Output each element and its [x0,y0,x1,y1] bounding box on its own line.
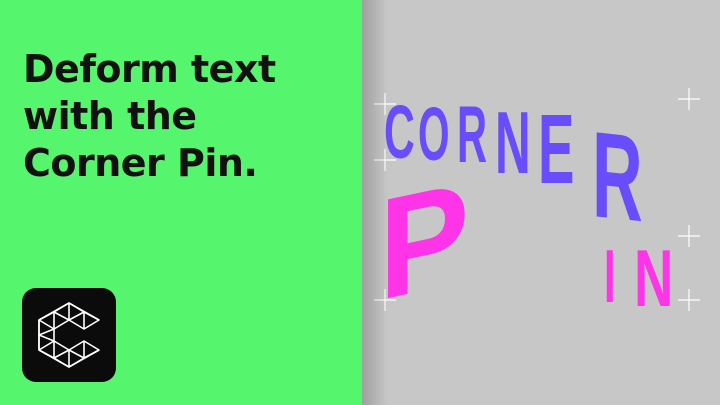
right-panel: C O R N E R P I N [362,0,720,405]
word-top-letter-c: C [384,90,415,174]
thumbnail-canvas: Deform text with the Corner Pin. C O R N… [0,0,720,405]
word-bottom-letter-i: I [604,234,616,318]
word-top-letter-n: N [495,94,531,193]
word-top-letter-r2: R [592,107,643,248]
word-top-letter-e: E [538,94,574,204]
headline: Deform text with the Corner Pin. [23,46,353,187]
word-bottom-letter-p: P [379,150,469,330]
headline-line-2: with the [23,94,197,138]
headline-line-3: Corner Pin. [23,141,258,185]
corner-pin-artwork: C O R N E R P I N [362,0,720,405]
headline-line-1: Deform text [23,47,276,91]
cavalry-c-logo-icon [38,302,100,368]
left-panel: Deform text with the Corner Pin. [0,0,362,405]
cavalry-logo-tile [22,288,116,382]
word-bottom-letter-n: N [634,233,673,323]
panel-divider-shadow [362,0,388,405]
